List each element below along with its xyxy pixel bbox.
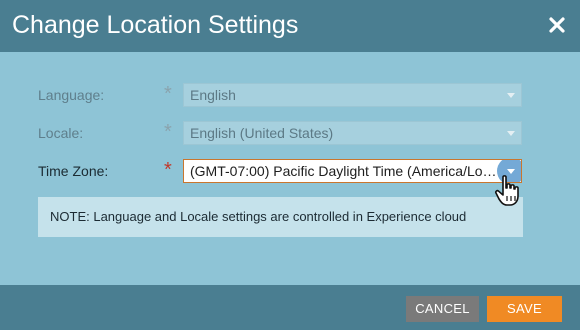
timezone-label: Time Zone: <box>38 163 109 179</box>
chevron-down-icon <box>507 93 515 98</box>
timezone-value: (GMT-07:00) Pacific Daylight Time (Ameri… <box>190 163 499 179</box>
dialog-titlebar: Change Location Settings <box>0 0 580 52</box>
chevron-down-icon <box>507 131 515 136</box>
note-box: NOTE: Language and Locale settings are c… <box>38 197 523 237</box>
timezone-select[interactable]: (GMT-07:00) Pacific Daylight Time (Ameri… <box>183 159 522 183</box>
locale-required-marker: * <box>164 121 172 143</box>
locale-select[interactable]: English (United States) <box>183 121 522 145</box>
language-value: English <box>190 87 236 103</box>
locale-label: Locale: <box>38 125 84 141</box>
language-required-marker: * <box>164 83 172 105</box>
dialog-body: Language: * English Locale: * English (U… <box>0 52 580 285</box>
language-label: Language: <box>38 87 105 103</box>
timezone-row: Time Zone: * (GMT-07:00) Pacific Dayligh… <box>0 159 580 183</box>
language-select[interactable]: English <box>183 83 522 107</box>
dialog-footer: CANCEL SAVE <box>0 285 580 330</box>
locale-value: English (United States) <box>190 125 334 141</box>
close-icon <box>549 17 565 33</box>
hand-pointer-icon <box>495 175 519 206</box>
language-row: Language: * English <box>0 83 580 107</box>
dialog-title: Change Location Settings <box>12 11 299 39</box>
change-location-settings-dialog: Change Location Settings Language: * Eng… <box>0 0 580 330</box>
close-button[interactable] <box>546 14 568 36</box>
save-button[interactable]: SAVE <box>487 296 562 322</box>
timezone-required-marker: * <box>164 159 172 181</box>
cancel-button[interactable]: CANCEL <box>406 296 479 322</box>
locale-row: Locale: * English (United States) <box>0 121 580 145</box>
